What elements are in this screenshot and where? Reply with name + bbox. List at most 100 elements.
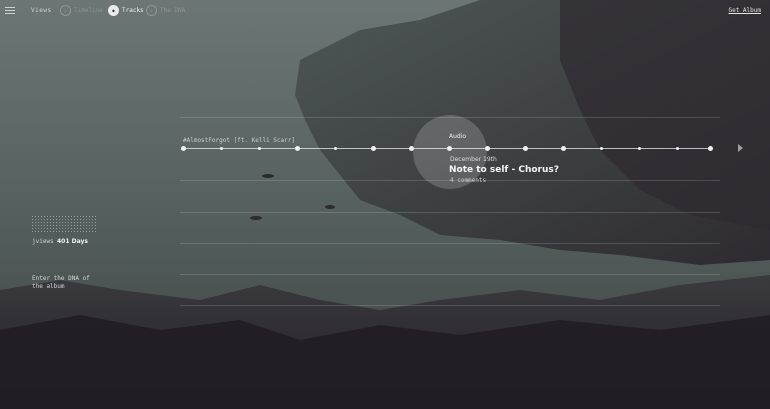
grid-cell [35,231,36,232]
grid-cell [80,222,81,223]
grid-cell [53,231,54,232]
grid-cell [35,225,36,226]
background-landscape [0,0,770,409]
grid-cell [53,219,54,220]
grid-cell [65,216,66,217]
timeline-marker[interactable] [371,146,376,151]
grid-cell [32,219,33,220]
grid-cell [50,219,51,220]
grid-cell [41,219,42,220]
grid-cell [32,231,33,232]
grid-cell [80,225,81,226]
grid-cell [74,219,75,220]
grid-cell [38,228,39,229]
grid-cell [62,216,63,217]
grid-cell [77,222,78,223]
grid-cell [68,225,69,226]
nav-item-label: Timeline [74,7,103,14]
timeline-marker[interactable] [334,147,337,150]
stat-value: 401 Days [57,238,88,245]
grid-cell [56,228,57,229]
nav-item-tracks[interactable]: ● Tracks [108,5,144,16]
grid-cell [77,216,78,217]
audio-label: Audio [449,133,467,140]
guide-line [180,305,720,306]
grid-cell [86,216,87,217]
views-dropdown[interactable]: Views [31,7,52,14]
grid-cell [59,216,60,217]
grid-cell [44,231,45,232]
comments-count[interactable]: 4 comments [450,177,486,184]
play-arrow-icon[interactable] [738,144,743,152]
timeline-marker[interactable] [409,146,414,151]
enter-dna-link[interactable]: Enter the DNA of the album [32,275,102,291]
grid-cell [47,216,48,217]
timeline-marker-active[interactable] [447,146,452,151]
grid-cell [86,225,87,226]
grid-cell [47,222,48,223]
grid-cell [53,222,54,223]
grid-cell [47,228,48,229]
grid-cell [86,228,87,229]
grid-cell [56,216,57,217]
grid-cell [80,231,81,232]
grid-cell [59,228,60,229]
grid-cell [53,216,54,217]
timeline-marker[interactable] [181,146,186,151]
grid-cell [32,216,33,217]
nav-item-the-dna[interactable]: ≋ The DNA [146,5,185,16]
guide-line [180,274,720,275]
grid-cell [92,228,93,229]
timeline-marker[interactable] [676,147,679,150]
nav-item-timeline[interactable]: ◷ Timeline [60,5,103,16]
grid-cell [83,228,84,229]
grid-cell [92,219,93,220]
grid-cell [56,225,57,226]
grid-cell [35,216,36,217]
timeline-marker[interactable] [600,147,603,150]
timeline-marker[interactable] [561,146,566,151]
grid-cell [38,219,39,220]
grid-cell [95,225,96,226]
timeline-marker[interactable] [523,146,528,151]
grid-cell [41,225,42,226]
grid-cell [32,228,33,229]
timeline-marker[interactable] [638,147,641,150]
grid-cell [77,225,78,226]
timeline-marker[interactable] [485,146,490,151]
grid-cell [89,216,90,217]
grid-cell [86,222,87,223]
grid-cell [44,225,45,226]
grid-cell [68,231,69,232]
grid-cell [95,228,96,229]
grid-cell [47,219,48,220]
grid-cell [65,219,66,220]
grid-cell [74,216,75,217]
grid-cell [59,219,60,220]
grid-cell [74,225,75,226]
grid-cell [89,219,90,220]
note-title[interactable]: Note to self - Chorus? [449,165,559,175]
grid-cell [95,216,96,217]
timeline-marker[interactable] [295,146,300,151]
grid-cell [62,225,63,226]
grid-cell [74,222,75,223]
timeline-marker[interactable] [258,147,261,150]
grid-cell [83,231,84,232]
timeline-marker[interactable] [708,146,713,151]
timeline-icon: ◷ [60,5,71,16]
grid-cell [83,225,84,226]
grid-cell [80,228,81,229]
timeline-marker[interactable] [220,147,223,150]
grid-cell [44,222,45,223]
hamburger-icon[interactable] [5,7,15,15]
dna-grid-visualization [32,216,97,232]
grid-cell [65,231,66,232]
grid-cell [92,231,93,232]
grid-cell [71,228,72,229]
get-album-link[interactable]: Get Album [728,7,761,14]
grid-cell [41,222,42,223]
grid-cell [50,231,51,232]
grid-cell [38,225,39,226]
grid-cell [59,222,60,223]
